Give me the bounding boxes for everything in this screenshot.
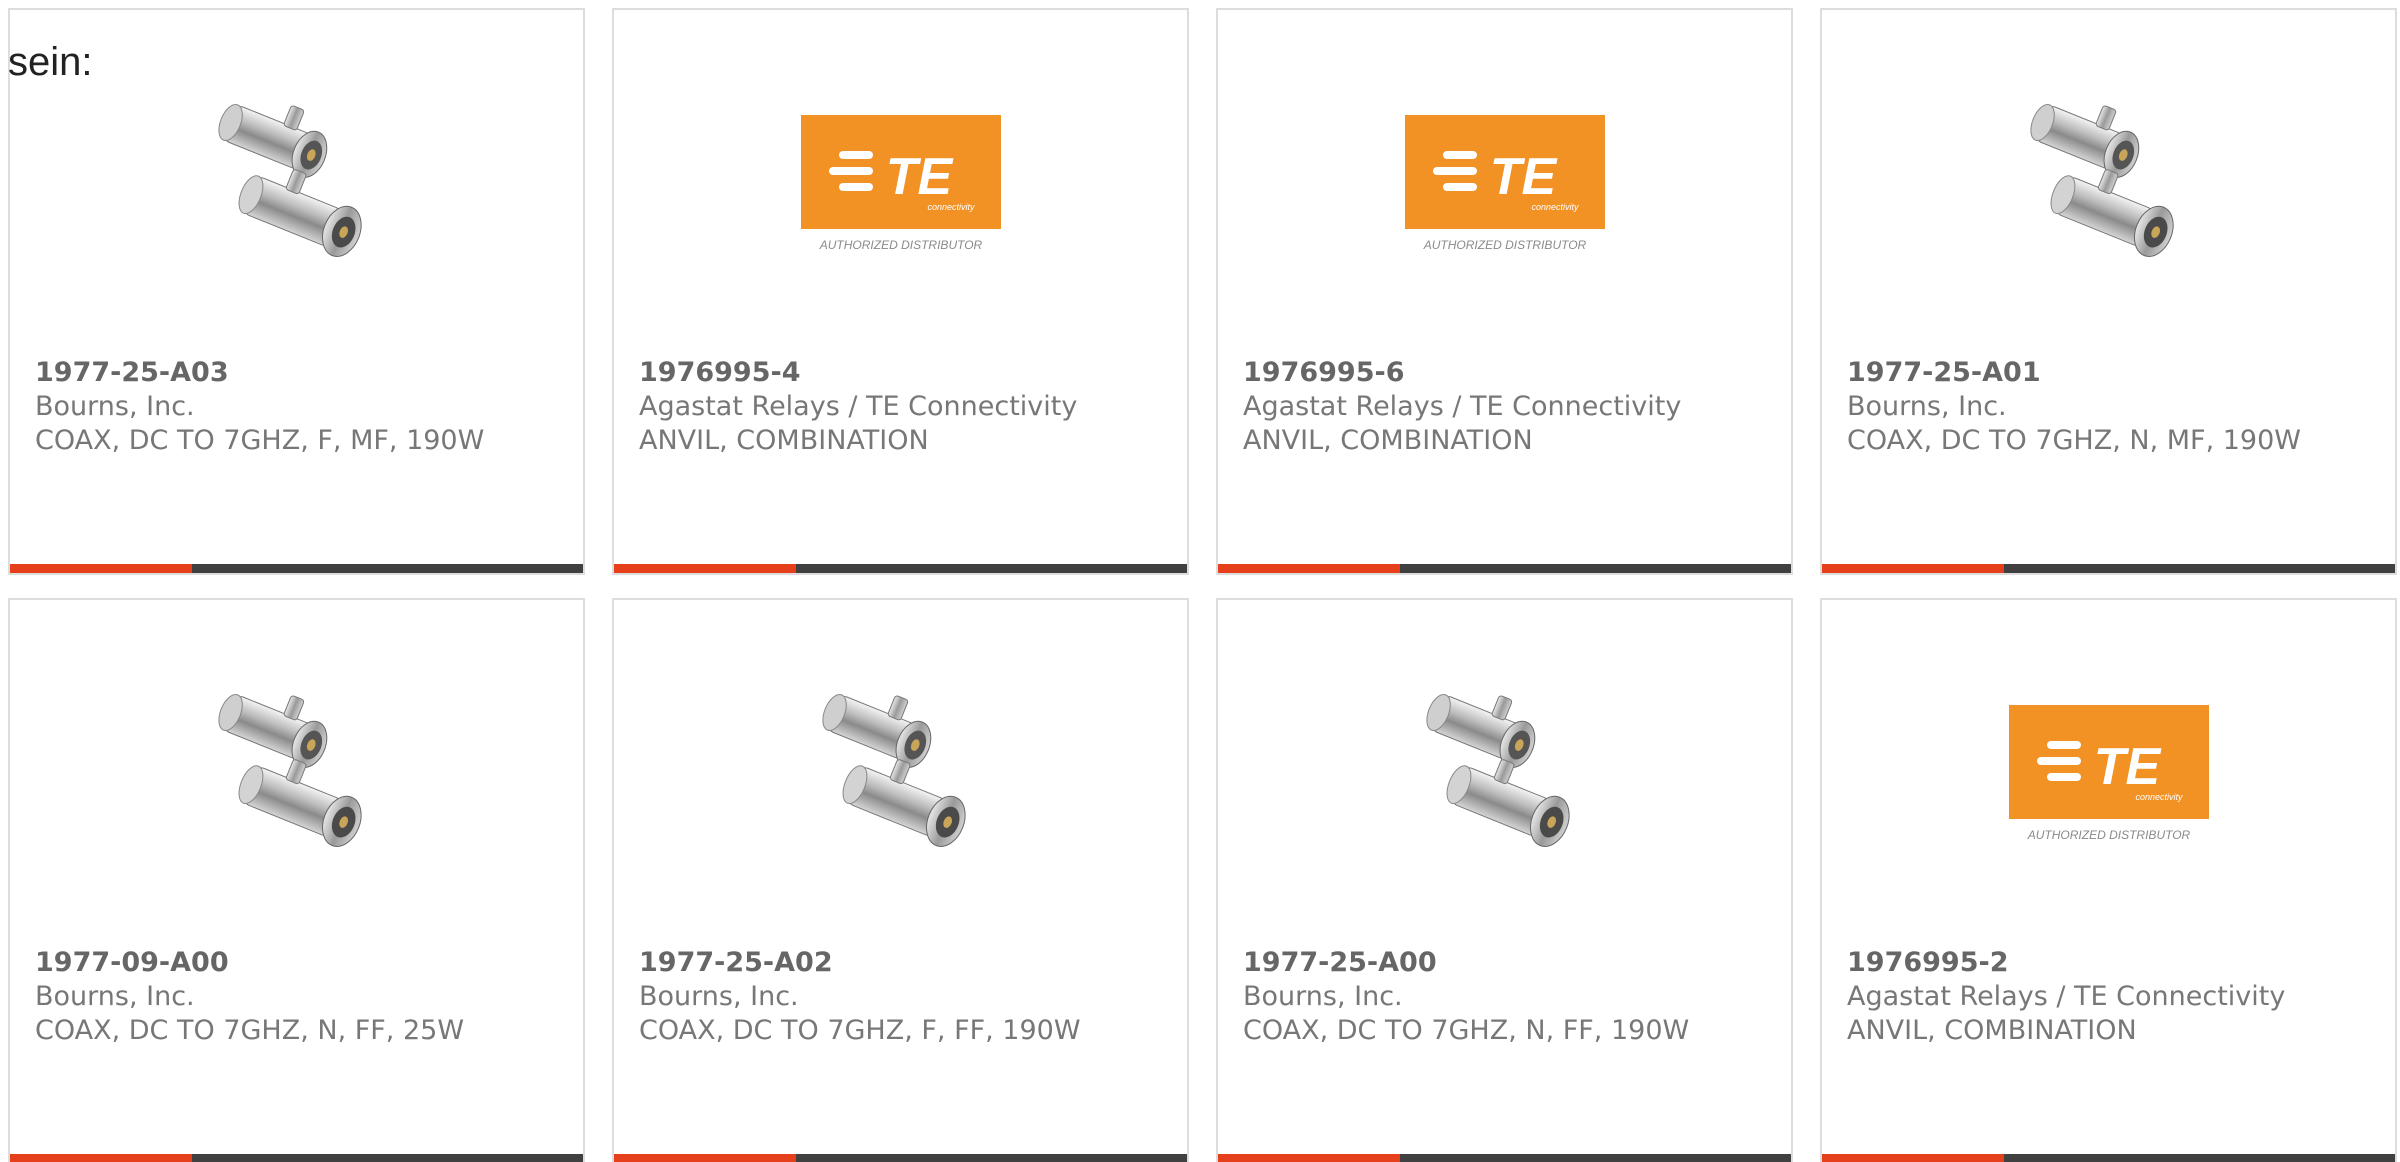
card-accent-bar bbox=[614, 564, 1187, 573]
card-accent-bar bbox=[1218, 564, 1791, 573]
product-card[interactable]: TE connectivity AUTHORIZED DISTRIBUTOR 1… bbox=[1820, 598, 2397, 1162]
card-accent-bar bbox=[10, 564, 583, 573]
part-number: 1977-25-A00 bbox=[1243, 947, 1437, 978]
part-number: 1977-09-A00 bbox=[35, 947, 229, 978]
product-info: 1977-25-A03 Bourns, Inc. COAX, DC TO 7GH… bbox=[35, 356, 573, 458]
manufacturer: Agastat Relays / TE Connectivity bbox=[1847, 981, 2286, 1012]
te-connectivity-logo: TE connectivity AUTHORIZED DISTRIBUTOR bbox=[2009, 675, 2209, 875]
part-number: 1976995-6 bbox=[1243, 357, 1405, 388]
te-wordmark: TE bbox=[2094, 738, 2162, 796]
te-caption: AUTHORIZED DISTRIBUTOR bbox=[1423, 238, 1587, 252]
manufacturer: Bourns, Inc. bbox=[35, 391, 195, 422]
description: ANVIL, COMBINATION bbox=[1243, 425, 1533, 456]
card-accent-bar bbox=[1822, 1154, 2395, 1162]
product-card[interactable]: 1977-25-A02 Bourns, Inc. COAX, DC TO 7GH… bbox=[612, 598, 1189, 1162]
description: COAX, DC TO 7GHZ, F, FF, 190W bbox=[639, 1015, 1081, 1046]
coax-surge-protector-image bbox=[801, 675, 1001, 875]
manufacturer: Bourns, Inc. bbox=[1847, 391, 2007, 422]
description: COAX, DC TO 7GHZ, N, FF, 25W bbox=[35, 1015, 465, 1046]
product-card[interactable]: 1977-25-A01 Bourns, Inc. COAX, DC TO 7GH… bbox=[1820, 8, 2397, 575]
description: COAX, DC TO 7GHZ, N, MF, 190W bbox=[1847, 425, 2301, 456]
product-grid-page: sein: 1977-25-A03 Bourns, Inc. COAX, DC … bbox=[0, 0, 2400, 1162]
manufacturer: Bourns, Inc. bbox=[1243, 981, 1403, 1012]
description: ANVIL, COMBINATION bbox=[639, 425, 929, 456]
product-info: 1976995-4 Agastat Relays / TE Connectivi… bbox=[639, 356, 1177, 458]
manufacturer: Bourns, Inc. bbox=[35, 981, 195, 1012]
product-card[interactable]: TE connectivity AUTHORIZED DISTRIBUTOR 1… bbox=[612, 8, 1189, 575]
product-card[interactable]: 1977-25-A03 Bourns, Inc. COAX, DC TO 7GH… bbox=[8, 8, 585, 575]
te-subtext: connectivity bbox=[1531, 202, 1579, 212]
product-info: 1977-09-A00 Bourns, Inc. COAX, DC TO 7GH… bbox=[35, 946, 573, 1048]
te-subtext: connectivity bbox=[2135, 792, 2183, 802]
te-caption: AUTHORIZED DISTRIBUTOR bbox=[819, 238, 983, 252]
product-info: 1977-25-A02 Bourns, Inc. COAX, DC TO 7GH… bbox=[639, 946, 1177, 1048]
card-accent-bar bbox=[1822, 564, 2395, 573]
product-card[interactable]: 1977-25-A00 Bourns, Inc. COAX, DC TO 7GH… bbox=[1216, 598, 1793, 1162]
product-info: 1976995-6 Agastat Relays / TE Connectivi… bbox=[1243, 356, 1781, 458]
te-wordmark: TE bbox=[886, 148, 954, 206]
manufacturer: Agastat Relays / TE Connectivity bbox=[1243, 391, 1682, 422]
product-info: 1977-25-A01 Bourns, Inc. COAX, DC TO 7GH… bbox=[1847, 356, 2385, 458]
te-connectivity-logo: TE connectivity AUTHORIZED DISTRIBUTOR bbox=[801, 85, 1001, 285]
te-caption: AUTHORIZED DISTRIBUTOR bbox=[2027, 828, 2191, 842]
coax-surge-protector-image bbox=[197, 85, 397, 285]
part-number: 1977-25-A03 bbox=[35, 357, 229, 388]
part-number: 1977-25-A02 bbox=[639, 947, 833, 978]
description: COAX, DC TO 7GHZ, F, MF, 190W bbox=[35, 425, 485, 456]
coax-surge-protector-image bbox=[197, 675, 397, 875]
manufacturer: Agastat Relays / TE Connectivity bbox=[639, 391, 1078, 422]
part-number: 1977-25-A01 bbox=[1847, 357, 2041, 388]
te-subtext: connectivity bbox=[927, 202, 975, 212]
description: COAX, DC TO 7GHZ, N, FF, 190W bbox=[1243, 1015, 1690, 1046]
description: ANVIL, COMBINATION bbox=[1847, 1015, 2137, 1046]
te-wordmark: TE bbox=[1490, 148, 1558, 206]
card-accent-bar bbox=[10, 1154, 583, 1162]
part-number: 1976995-2 bbox=[1847, 947, 2009, 978]
coax-surge-protector-image bbox=[1405, 675, 1605, 875]
product-card[interactable]: TE connectivity AUTHORIZED DISTRIBUTOR 1… bbox=[1216, 8, 1793, 575]
part-number: 1976995-4 bbox=[639, 357, 801, 388]
product-info: 1976995-2 Agastat Relays / TE Connectivi… bbox=[1847, 946, 2385, 1048]
te-connectivity-logo: TE connectivity AUTHORIZED DISTRIBUTOR bbox=[1405, 85, 1605, 285]
manufacturer: Bourns, Inc. bbox=[639, 981, 799, 1012]
card-accent-bar bbox=[614, 1154, 1187, 1162]
product-info: 1977-25-A00 Bourns, Inc. COAX, DC TO 7GH… bbox=[1243, 946, 1781, 1048]
leading-text: sein: bbox=[8, 40, 93, 84]
coax-surge-protector-image bbox=[2009, 85, 2209, 285]
product-card[interactable]: 1977-09-A00 Bourns, Inc. COAX, DC TO 7GH… bbox=[8, 598, 585, 1162]
card-accent-bar bbox=[1218, 1154, 1791, 1162]
